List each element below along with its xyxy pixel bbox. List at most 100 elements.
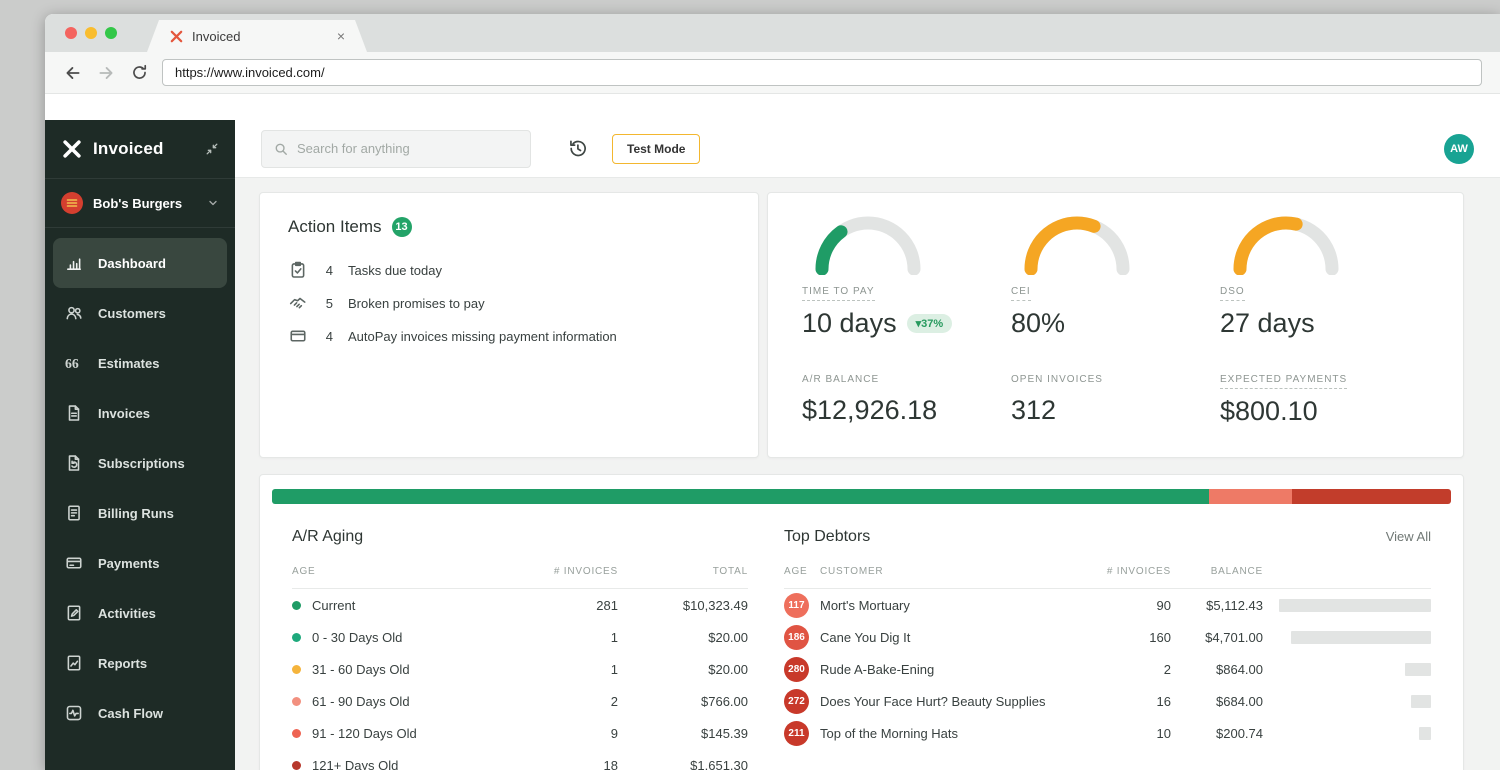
aging-bucket-dot	[292, 697, 301, 706]
aging-bucket-dot	[292, 761, 301, 770]
kpi-value: 27 days	[1220, 308, 1315, 339]
metric-value: $800.10	[1220, 396, 1429, 427]
sidebar-item[interactable]: Subscriptions	[53, 438, 227, 488]
sidebar-item[interactable]: Invoices	[53, 388, 227, 438]
debtor-customer-name: Rude A-Bake-Ening	[820, 662, 1091, 677]
action-item[interactable]: 4 Tasks due today	[288, 261, 730, 279]
gauge-arc	[1226, 211, 1346, 275]
aging-row: Current 281 $10,323.49	[292, 589, 748, 621]
minimize-window-button[interactable]	[85, 27, 97, 39]
zoom-window-button[interactable]	[105, 27, 117, 39]
sidebar-item[interactable]: 66 Estimates	[53, 338, 227, 388]
action-item-count: 4	[323, 263, 333, 278]
debtor-row[interactable]: 117 Mort's Mortuary 90 $5,112.43	[784, 589, 1431, 621]
gauge-arc	[808, 211, 928, 275]
debtor-age-badge: 186	[784, 625, 809, 650]
kpi-gauge-block: CEI 80%	[1011, 211, 1220, 339]
sidebar-item[interactable]: Activities	[53, 588, 227, 638]
view-all-link[interactable]: View All	[1386, 529, 1431, 544]
ar-aging-title: A/R Aging	[292, 528, 363, 546]
kpi-label: CEI	[1011, 286, 1031, 301]
debtor-customer-name: Cane You Dig It	[820, 630, 1091, 645]
balance-bar-track	[1263, 695, 1431, 708]
action-item-label: Tasks due today	[348, 263, 442, 278]
sidebar-item-label: Payments	[98, 556, 159, 571]
kpi-metric-block: A/R BALANCE $12,926.18	[802, 369, 1011, 427]
autopay-icon	[288, 327, 308, 345]
sidebar-item[interactable]: Cash Flow	[53, 688, 227, 738]
sidebar-item-label: Estimates	[98, 356, 159, 371]
column-header: AGE	[784, 566, 820, 577]
tab-close-icon[interactable]: ×	[337, 28, 345, 44]
aging-bucket-dot	[292, 601, 301, 610]
debtor-invoice-count: 90	[1091, 598, 1171, 613]
debtor-row[interactable]: 186 Cane You Dig It 160 $4,701.00	[784, 621, 1431, 653]
org-logo	[61, 192, 83, 214]
column-header: # INVOICES	[528, 566, 618, 577]
debtor-row[interactable]: 280 Rude A-Bake-Ening 2 $864.00	[784, 653, 1431, 685]
aging-bucket-label: 31 - 60 Days Old	[312, 662, 410, 677]
balance-bar	[1419, 727, 1431, 740]
aging-row: 91 - 120 Days Old 9 $145.39	[292, 717, 748, 749]
sidebar-item-label: Activities	[98, 606, 156, 621]
debtor-row[interactable]: 211 Top of the Morning Hats 10 $200.74	[784, 717, 1431, 749]
sidebar-item[interactable]: Dashboard	[53, 238, 227, 288]
aging-bucket-dot	[292, 633, 301, 642]
action-item[interactable]: 4 AutoPay invoices missing payment infor…	[288, 327, 730, 345]
sidebar-item[interactable]: Billing Runs	[53, 488, 227, 538]
debtor-balance: $864.00	[1171, 662, 1263, 677]
aging-invoice-count: 9	[528, 726, 618, 741]
window-controls	[65, 27, 117, 39]
action-item-count: 5	[323, 296, 333, 311]
debtor-balance: $5,112.43	[1171, 598, 1263, 613]
aging-bucket-label: 0 - 30 Days Old	[312, 630, 402, 645]
sidebar-item-label: Reports	[98, 656, 147, 671]
column-header: CUSTOMER	[820, 566, 1091, 577]
search-box[interactable]	[261, 130, 531, 168]
action-item-label: Broken promises to pay	[348, 296, 485, 311]
sidebar-nav: Dashboard Customers 66 Estimates	[45, 228, 235, 748]
back-button[interactable]	[63, 63, 83, 83]
kpi-label: TIME TO PAY	[802, 286, 875, 301]
test-mode-button[interactable]: Test Mode	[612, 134, 700, 164]
history-icon[interactable]	[567, 138, 588, 159]
aging-bucket-dot	[292, 665, 301, 674]
debtor-invoice-count: 10	[1091, 726, 1171, 741]
debtor-age-badge: 280	[784, 657, 809, 682]
brand-name: Invoiced	[93, 139, 164, 159]
sidebar-item[interactable]: Reports	[53, 638, 227, 688]
browser-tab[interactable]: Invoiced ×	[147, 20, 367, 52]
reload-button[interactable]	[129, 63, 149, 83]
balance-bar	[1411, 695, 1431, 708]
aging-total: $20.00	[618, 630, 748, 645]
close-window-button[interactable]	[65, 27, 77, 39]
chevron-down-icon	[207, 197, 219, 209]
app-topbar: Test Mode AW	[235, 120, 1500, 178]
aging-bucket-label: 61 - 90 Days Old	[312, 694, 410, 709]
debtor-invoice-count: 2	[1091, 662, 1171, 677]
sidebar-item[interactable]: Customers	[53, 288, 227, 338]
subscriptions-icon	[63, 454, 85, 472]
kpi-delta-badge: ▾37%	[907, 314, 953, 333]
metric-label: A/R BALANCE	[802, 374, 879, 388]
balance-bar-track	[1263, 599, 1431, 612]
aging-bucket-label: Current	[312, 598, 355, 613]
sidebar-item[interactable]: Payments	[53, 538, 227, 588]
address-bar[interactable]: https://www.invoiced.com/	[162, 59, 1482, 86]
action-items-title: Action Items	[288, 217, 382, 237]
collapse-sidebar-icon[interactable]	[205, 142, 219, 156]
aging-invoice-count: 18	[528, 758, 618, 770]
debtor-row[interactable]: 272 Does Your Face Hurt? Beauty Supplies…	[784, 685, 1431, 717]
gauge-row: TIME TO PAY 10 days ▾37%	[802, 211, 1429, 339]
user-avatar[interactable]: AW	[1444, 134, 1474, 164]
action-items-count-badge: 13	[392, 217, 412, 237]
debtor-age-badge: 211	[784, 721, 809, 746]
forward-button[interactable]	[96, 63, 116, 83]
metric-value: $12,926.18	[802, 395, 1011, 426]
action-item[interactable]: 5 Broken promises to pay	[288, 294, 730, 312]
kpi-label: DSO	[1220, 286, 1245, 301]
org-selector[interactable]: Bob's Burgers	[45, 178, 235, 228]
action-item-count: 4	[323, 329, 333, 344]
search-input[interactable]	[297, 141, 518, 156]
column-header: BALANCE	[1171, 566, 1263, 577]
